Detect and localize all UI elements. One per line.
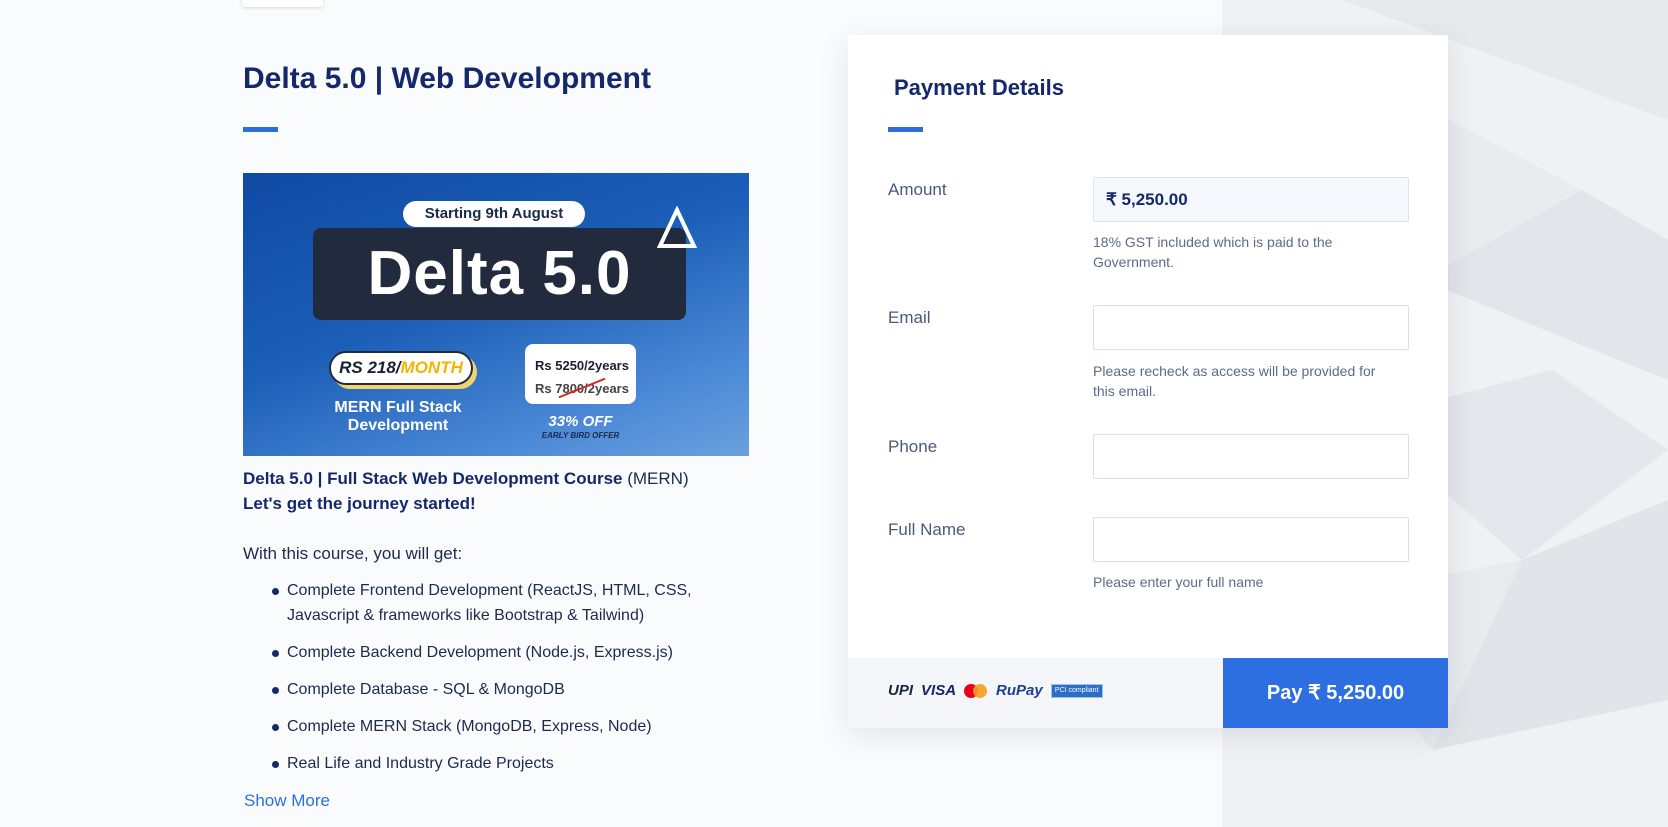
feature-text: Complete Backend Development (Node.js, E… [287,644,673,661]
payment-title: Payment Details [894,75,1064,100]
payment-title-underline [888,127,923,132]
feature-item: Complete Frontend Development (ReactJS, … [272,578,732,628]
delta-logo-icon [657,206,697,248]
feature-item: Real Life and Industry Grade Projects [272,751,732,776]
monthly-price-prefix: RS 218/ [339,358,401,377]
email-help-text: Please recheck as access will be provide… [1093,363,1376,399]
feature-item: Complete Backend Development (Node.js, E… [272,640,732,665]
rupay-logo-icon: RuPay [996,682,1043,699]
show-more-link[interactable]: Show More [244,791,330,811]
phone-field[interactable] [1093,434,1409,479]
banner-price-old: Rs 7800/2years [535,377,636,400]
amount-help-text: 18% GST included which is paid to the Go… [1093,234,1333,270]
bullet-icon [272,687,279,694]
course-intro: With this course, you will get: [243,544,463,563]
top-card-stub [242,0,323,7]
banner-track-line1: MERN Full Stack [334,399,462,416]
full-name-field[interactable] [1093,517,1409,562]
upi-logo-icon: UPI [888,682,914,699]
banner-start-date: Starting 9th August [403,201,585,227]
feature-text: Complete MERN Stack (MongoDB, Express, N… [287,718,652,735]
full-name-help-text: Please enter your full name [1093,574,1264,590]
banner-discount: 33% OFF [548,413,613,430]
full-name-label: Full Name [888,520,966,539]
banner-course-name: Delta 5.0 [313,228,686,320]
email-field[interactable] [1093,305,1409,350]
feature-text: Real Life and Industry Grade Projects [287,755,554,772]
course-headline: Delta 5.0 | Full Stack Web Development C… [243,469,689,489]
payment-methods: UPI VISA RuPay PCI compliant [888,682,1103,699]
course-headline-bold: Delta 5.0 | Full Stack Web Development C… [243,469,623,488]
course-tagline: Let's get the journey started! [243,494,476,513]
feature-text: Complete Database - SQL & MongoDB [287,681,565,698]
banner-track-line2: Development [347,417,449,434]
feature-item: Complete MERN Stack (MongoDB, Express, N… [272,714,732,739]
course-banner: Starting 9th August Delta 5.0 RS 218/MON… [243,173,749,456]
visa-logo-icon: VISA [921,682,957,699]
feature-list: Complete Frontend Development (ReactJS, … [272,578,732,788]
banner-offer: EARLY BIRD OFFER [541,431,620,440]
payment-card: Payment Details Amount ₹ 5,250.00 18% GS… [848,35,1448,728]
banner-price-new: Rs 5250/2years [535,358,629,373]
bullet-icon [272,588,279,595]
pci-compliant-badge-icon: PCI compliant [1050,683,1103,698]
phone-label: Phone [888,437,938,456]
page-title: Delta 5.0 | Web Development [243,62,651,95]
feature-text: Complete Frontend Development (ReactJS, … [287,582,692,624]
mastercard-logo-icon [964,683,988,699]
course-headline-rest: (MERN) [622,469,689,488]
bullet-icon [272,724,279,731]
pay-button[interactable]: Pay ₹ 5,250.00 [1223,658,1448,728]
email-label: Email [888,308,931,327]
bullet-icon [272,761,279,768]
amount-label: Amount [888,180,947,199]
banner-track: MERN Full Stack Development [313,399,483,435]
feature-item: Complete Database - SQL & MongoDB [272,677,732,702]
bullet-icon [272,650,279,657]
monthly-price-suffix: MONTH [400,358,463,377]
amount-field: ₹ 5,250.00 [1093,177,1409,222]
title-underline [243,127,278,132]
banner-monthly-price: RS 218/MONTH [329,351,473,385]
banner-price-box: Rs 5250/2years Rs 7800/2years [525,344,636,404]
